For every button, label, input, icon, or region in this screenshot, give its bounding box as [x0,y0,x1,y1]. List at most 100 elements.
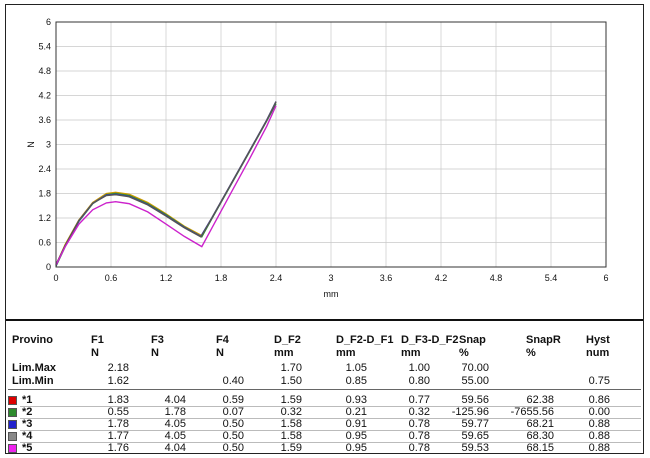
row-value: 0.78 [408,430,430,442]
row-value: 0.86 [588,394,610,406]
series-color-swatch [8,396,17,405]
row-value: -7655.56 [510,406,554,418]
limit-label: Lim.Max [12,362,57,374]
limit-value: 0.40 [222,375,244,387]
y-tick-label: 2.4 [38,164,51,174]
column-header: D_F3-D_F2 [401,334,459,346]
column-header: F1 [91,334,104,346]
column-unit: mm [274,347,294,359]
limit-value: 1.00 [408,362,430,374]
y-tick-label: 0.6 [38,238,51,248]
limit-value: 70.00 [461,362,489,374]
column-header: SnapR [526,334,561,346]
x-tick-label: 0.6 [105,273,118,283]
row-value: 0.59 [222,394,244,406]
column-header: D_F2 [274,334,301,346]
limit-value: 1.05 [345,362,367,374]
row-value: 59.53 [461,442,489,454]
row-value: 1.59 [280,394,302,406]
x-tick-label: 3.6 [380,273,393,283]
row-value: 1.77 [107,430,129,442]
x-tick-label: 5.4 [545,273,558,283]
row-id: *3 [22,418,33,430]
limit-value: 2.18 [107,362,129,374]
column-header: F4 [216,334,229,346]
row-value: 68.30 [526,430,554,442]
column-header: Provino [12,334,53,346]
column-header: Hyst [586,334,610,346]
column-unit: % [459,347,469,359]
row-id: *4 [22,430,33,442]
row-value: 1.83 [107,394,129,406]
x-tick-label: 4.8 [490,273,503,283]
report-frame: 0 0.6 1.2 1.8 2.4 3 3.6 4.2 4.8 5.4 6 0 0.6 1.2 1.8 2.4… [5,4,644,454]
x-tick-label: 3 [328,273,333,283]
limit-value: 0.75 [588,375,610,387]
row-id: *2 [22,406,33,418]
row-value: 0.32 [408,406,430,418]
series-color-swatch [8,420,17,429]
row-value: 0.93 [345,394,367,406]
x-axis-label: mm [324,289,339,299]
row-value: -125.96 [451,406,489,418]
column-unit: N [151,347,159,359]
x-tick-label: 0 [53,273,58,283]
y-tick-label: 1.2 [38,213,51,223]
row-value: 0.00 [588,406,610,418]
column-header: D_F2-D_F1 [336,334,394,346]
limit-value: 1.70 [280,362,302,374]
limit-value: 0.80 [408,375,430,387]
y-tick-label: 3 [46,140,51,150]
column-unit: num [586,347,610,359]
column-header: F3 [151,334,164,346]
row-value: 1.76 [107,442,129,454]
row-value: 1.78 [164,406,186,418]
row-value: 4.05 [164,418,186,430]
column-unit: % [526,347,536,359]
x-tick-label: 6 [603,273,608,283]
row-value: 0.50 [222,418,244,430]
column-unit: N [91,347,99,359]
row-value: 0.32 [280,406,302,418]
y-tick-label: 1.8 [38,189,51,199]
limit-label: Lim.Min [12,375,54,387]
row-value: 0.88 [588,442,610,454]
row-value: 1.59 [280,442,302,454]
y-tick-label: 0 [46,262,51,272]
y-tick-label: 4.8 [38,66,51,76]
force-displacement-chart: 0 0.6 1.2 1.8 2.4 3 3.6 4.2 4.8 5.4 6 0 0.6 1.2 1.8 2.4… [26,17,609,299]
row-value: 4.04 [164,394,186,406]
row-value: 0.95 [345,430,367,442]
table-divider [8,389,641,390]
row-value: 59.56 [461,394,489,406]
row-value: 0.91 [345,418,367,430]
row-value: 4.04 [164,442,186,454]
x-tick-label: 2.4 [270,273,283,283]
row-value: 0.07 [222,406,244,418]
row-value: 59.77 [461,418,489,430]
row-value: 0.21 [345,406,367,418]
results-table: Provino F1 N F3 N F4 N D_F2 mm D_F2-D_F1 mm D_F3-D_… [6,323,643,454]
y-tick-label: 5.4 [38,42,51,52]
limit-value: 0.85 [345,375,367,387]
row-id: *1 [22,394,33,406]
series-color-swatch [8,444,17,453]
row-value: 0.77 [408,394,430,406]
column-unit: N [216,347,224,359]
row-value: 0.95 [345,442,367,454]
row-value: 59.65 [461,430,489,442]
y-axis-label: N [26,141,36,148]
row-value: 0.88 [588,430,610,442]
limit-value: 1.50 [280,375,302,387]
x-tick-label: 1.8 [215,273,228,283]
x-tick-label: 1.2 [160,273,173,283]
row-value: 1.78 [107,418,129,430]
y-tick-label: 6 [46,17,51,27]
column-unit: mm [401,347,421,359]
chart-panel: 0 0.6 1.2 1.8 2.4 3 3.6 4.2 4.8 5.4 6 0 0.6 1.2 1.8 2.4… [6,5,643,321]
row-value: 1.58 [280,418,302,430]
row-value: 0.55 [107,406,129,418]
row-value: 0.78 [408,418,430,430]
row-value: 0.78 [408,442,430,454]
x-tick-label: 4.2 [435,273,448,283]
